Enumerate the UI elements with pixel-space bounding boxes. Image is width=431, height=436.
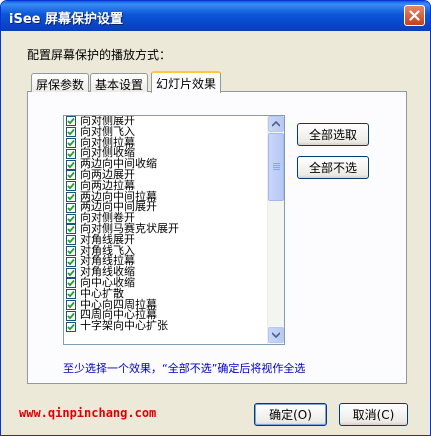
site-watermark: www.qinpinchang.com [19, 406, 157, 420]
check-icon [67, 291, 75, 298]
check-icon [67, 237, 75, 244]
selection-hint: 至少选择一个效果，“全部不选”确定后将视作全选 [63, 362, 306, 375]
effect-checkbox[interactable] [66, 127, 76, 138]
effect-checkbox[interactable] [66, 159, 76, 170]
effect-checkbox[interactable] [66, 213, 76, 224]
effect-checkbox[interactable] [66, 321, 76, 332]
check-icon [67, 150, 75, 158]
effect-checkbox[interactable] [66, 181, 76, 192]
thumb-grip-line [273, 167, 280, 168]
arrow-down-icon [272, 332, 280, 338]
effect-checkbox[interactable] [66, 289, 76, 300]
arrow-up-icon [272, 121, 280, 127]
check-icon [67, 258, 75, 266]
list-scrollbar[interactable] [267, 116, 284, 344]
effects-list-items: 向对侧展开 向对侧飞入 向对侧拉幕 向对侧收缩 两边向中间收缩 向两边展开 向两边拉幕 两边向… [64, 116, 268, 332]
effect-checkbox[interactable] [66, 245, 76, 256]
effect-checkbox[interactable] [66, 224, 76, 235]
check-icon [67, 183, 75, 190]
ok-button[interactable]: 确定(O) [254, 403, 327, 426]
deselect-all-button[interactable]: 全部不选 [297, 156, 369, 179]
tab-basic-settings[interactable]: 基本设置 [90, 73, 149, 92]
effect-checkbox[interactable] [66, 137, 76, 148]
check-icon [67, 193, 75, 201]
effect-checkbox[interactable] [66, 256, 76, 267]
check-icon [67, 280, 75, 287]
check-icon [67, 226, 75, 233]
scroll-down-button[interactable] [268, 327, 284, 343]
effect-item[interactable]: 十字架向中心扩张 [64, 319, 268, 333]
check-icon [67, 129, 75, 136]
effect-label: 十字架向中心扩张 [80, 319, 168, 333]
check-icon [67, 215, 75, 223]
check-icon [67, 118, 75, 125]
effect-checkbox[interactable] [66, 148, 76, 159]
tab-slideshow-effects[interactable]: 幻灯片效果 [151, 71, 222, 93]
close-button[interactable] [404, 5, 425, 26]
select-all-button[interactable]: 全部选取 [297, 123, 369, 146]
config-label: 配置屏幕保护的播放方式： [27, 48, 172, 62]
scroll-thumb[interactable] [268, 133, 284, 201]
check-icon [67, 301, 75, 309]
thumb-grip-line [273, 169, 280, 170]
window-title: iSee 屏幕保护设置 [9, 12, 123, 27]
effect-checkbox[interactable] [66, 299, 76, 310]
check-icon [67, 323, 75, 331]
effect-checkbox[interactable] [66, 267, 76, 278]
effect-checkbox[interactable] [66, 235, 76, 246]
cancel-button[interactable]: 取消(C) [339, 403, 408, 426]
effects-checklist[interactable]: 向对侧展开 向对侧飞入 向对侧拉幕 向对侧收缩 两边向中间收缩 向两边展开 向两边拉幕 两边向… [63, 115, 285, 345]
scroll-up-button[interactable] [268, 116, 284, 132]
thumb-grip-line [273, 163, 280, 164]
check-icon [67, 204, 75, 212]
close-icon [409, 10, 420, 21]
tab-screensaver-params[interactable]: 屏保参数 [31, 73, 90, 92]
effect-checkbox[interactable] [66, 191, 76, 202]
check-icon [67, 172, 75, 179]
effect-checkbox[interactable] [66, 278, 76, 289]
thumb-grip-line [273, 165, 280, 166]
check-icon [67, 139, 75, 147]
title-bar[interactable]: iSee 屏幕保护设置 [1, 1, 430, 31]
effect-checkbox[interactable] [66, 116, 76, 127]
effect-checkbox[interactable] [66, 170, 76, 181]
check-icon [67, 247, 75, 255]
effect-checkbox[interactable] [66, 310, 76, 321]
effect-checkbox[interactable] [66, 202, 76, 213]
check-icon [67, 312, 75, 320]
check-icon [67, 269, 75, 277]
check-icon [67, 161, 75, 169]
settings-dialog: iSee 屏幕保护设置 配置屏幕保护的播放方式： 屏保参数 基本设置 幻灯片效果… [0, 0, 431, 436]
